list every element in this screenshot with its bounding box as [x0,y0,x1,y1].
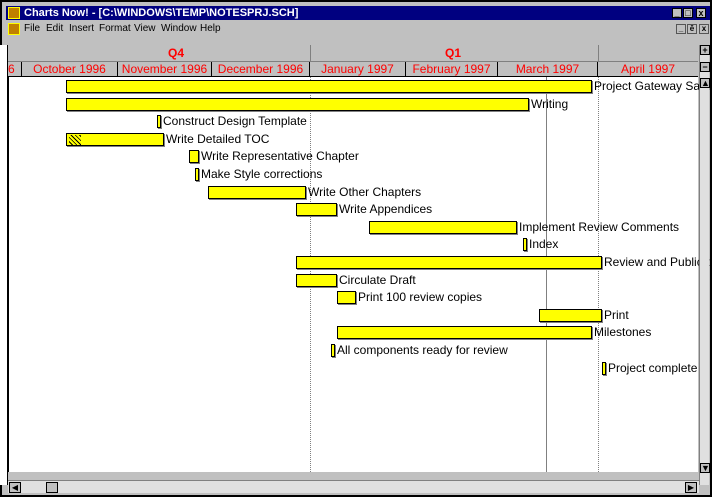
task-label[interactable]: Project Gateway Sample [594,80,712,93]
menu-help[interactable]: Help [200,22,221,36]
month-header: 6 October 1996 November 1996 December 19… [8,62,698,77]
task-label[interactable]: Circulate Draft [339,274,416,287]
task-bar[interactable] [369,221,517,234]
task-label[interactable]: Write Other Chapters [308,186,421,199]
task-label[interactable]: Milestones [594,326,651,339]
scroll-down-arrow-icon[interactable]: ▼ [700,463,710,473]
task-bar[interactable] [296,203,337,216]
quarter-divider [310,45,311,62]
task-bar[interactable] [157,115,161,128]
vertical-scrollbar[interactable]: + − ▲ ▼ [699,45,710,485]
menu-file[interactable]: File [24,22,40,36]
task-label[interactable]: Construct Design Template [163,115,307,128]
menu-format[interactable]: Format [99,22,131,36]
task-label[interactable]: Print 100 review copies [358,291,482,304]
quarter-header: Q4 Q1 [8,45,698,62]
month-cell: October 1996 [22,62,118,77]
task-label[interactable]: Write Detailed TOC [166,133,269,146]
task-bar[interactable] [523,238,527,251]
mdi-restore-button[interactable]: ē [687,24,697,34]
mdi-close-button[interactable]: x [699,24,709,34]
menu-window[interactable]: Window [161,22,197,36]
month-cell-fragment: 6 [8,62,22,77]
quarter-divider [598,45,599,62]
task-label[interactable]: Writing [531,98,568,111]
menu-bar: File Edit Insert Format View Window Help… [6,22,710,36]
month-cell: January 1997 [310,62,406,77]
maximize-button[interactable]: □ [683,8,693,18]
document-icon[interactable] [8,23,20,35]
task-bar[interactable] [296,256,602,269]
app-icon[interactable] [8,7,20,19]
window-title: Charts Now! - [C:\WINDOWS\TEMP\NOTESPRJ.… [24,7,299,19]
scroll-right-arrow-icon[interactable]: ▶ [685,482,697,493]
task-bar[interactable] [296,274,337,287]
task-label[interactable]: Make Style corrections [201,168,322,181]
menu-insert[interactable]: Insert [69,22,94,36]
month-cell: February 1997 [406,62,498,77]
month-cell: April 1997 [620,62,676,76]
task-bar[interactable] [331,344,335,357]
task-label[interactable]: Print [604,309,629,322]
task-label[interactable]: Index [529,238,558,251]
menu-edit[interactable]: Edit [46,22,63,36]
task-bar[interactable] [189,150,199,163]
month-cell: December 1996 [212,62,310,77]
close-button[interactable]: x [696,8,706,18]
zoom-out-button[interactable]: − [700,62,710,72]
scroll-left-arrow-icon[interactable]: ◀ [9,482,21,493]
task-bar[interactable] [208,186,306,199]
mdi-minimize-button[interactable]: _ [676,24,686,34]
month-cell: November 1996 [118,62,212,77]
task-label[interactable]: Write Appendices [339,203,432,216]
gridline-april [598,77,599,472]
horizontal-scrollbar[interactable]: ◀ ▶ [8,480,699,493]
hatch-pattern [69,135,81,145]
title-bar: Charts Now! - [C:\WINDOWS\TEMP\NOTESPRJ.… [6,6,710,20]
task-bar[interactable] [66,98,529,111]
task-label[interactable]: Implement Review Comments [519,221,679,234]
month-cell: March 1997 [498,62,598,77]
left-gutter [0,45,8,485]
task-bar[interactable] [195,168,199,181]
task-bar[interactable] [66,80,592,93]
zoom-in-button[interactable]: + [700,45,710,55]
task-label[interactable]: All components ready for review [337,344,508,357]
menu-view[interactable]: View [134,22,156,36]
task-bar[interactable] [66,133,164,146]
scroll-up-arrow-icon[interactable]: ▲ [700,78,710,88]
task-label[interactable]: Review and Publication [604,256,712,269]
task-bar[interactable] [539,309,602,322]
quarter-label-q1: Q1 [445,46,462,60]
task-bar[interactable] [602,362,606,375]
task-label[interactable]: Project complete [608,362,697,375]
quarter-label-q4: Q4 [168,46,185,60]
task-bar[interactable] [337,291,356,304]
gridline-march [546,77,547,472]
task-bar[interactable] [337,326,592,339]
task-label[interactable]: Write Representative Chapter [201,150,359,163]
minimize-button[interactable]: _ [672,8,682,18]
scroll-thumb[interactable] [46,482,58,493]
